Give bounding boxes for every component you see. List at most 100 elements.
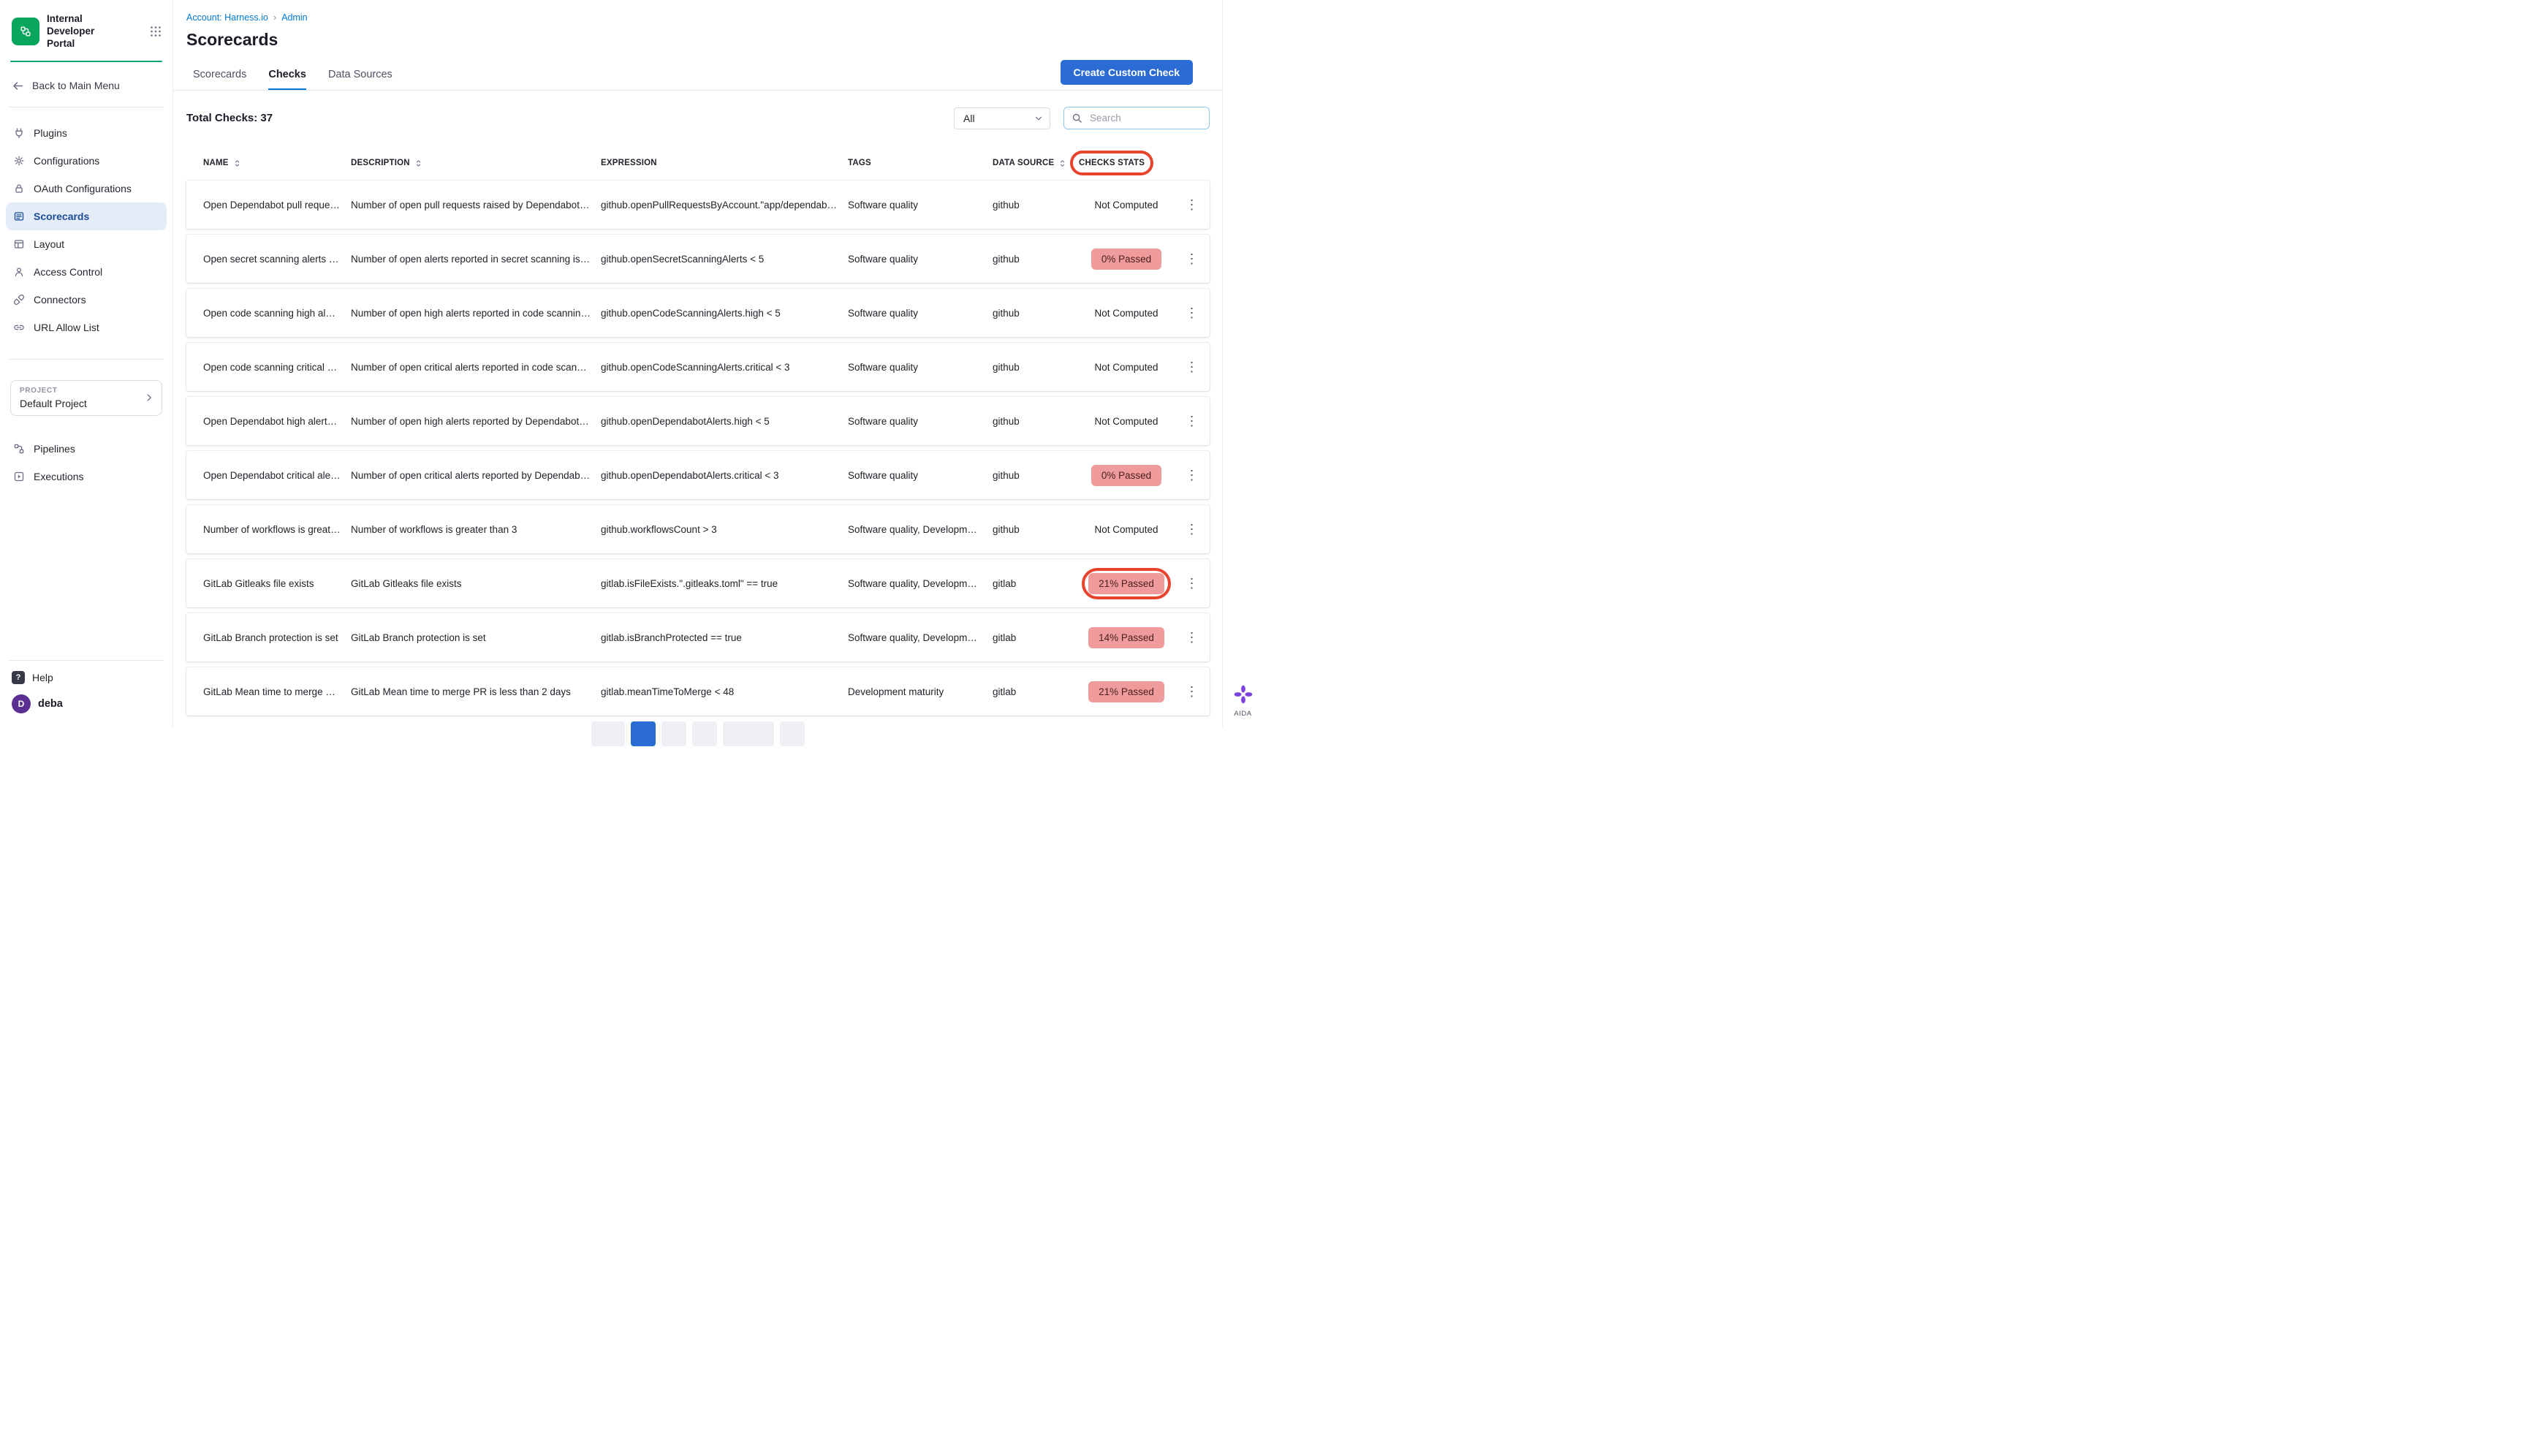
chevron-down-icon xyxy=(1033,113,1044,124)
create-custom-check-button[interactable]: Create Custom Check xyxy=(1061,60,1194,85)
table-row[interactable]: GitLab Mean time to merge PR ...GitLab M… xyxy=(186,667,1210,716)
help-label: Help xyxy=(32,672,53,683)
table-row[interactable]: Open Dependabot pull request...Number of… xyxy=(186,181,1210,229)
apps-grid-icon[interactable] xyxy=(149,25,162,38)
table-row[interactable]: GitLab Branch protection is setGitLab Br… xyxy=(186,613,1210,661)
check-name: Open Dependabot pull request... xyxy=(186,200,351,211)
check-expression: gitlab.isBranchProtected == true xyxy=(601,632,848,643)
check-description: Number of open critical alerts reported … xyxy=(351,470,601,481)
sidebar-divider xyxy=(9,660,164,661)
breadcrumb: Account: Harness.io › Admin xyxy=(186,12,1222,23)
sidebar-item-scorecards[interactable]: Scorecards xyxy=(6,202,167,230)
scorecards-icon xyxy=(13,211,25,222)
table-body: Open Dependabot pull request...Number of… xyxy=(186,181,1210,716)
pagination-page-button[interactable] xyxy=(692,721,717,746)
table-row[interactable]: Open secret scanning alerts is ...Number… xyxy=(186,235,1210,283)
user-menu[interactable]: D deba xyxy=(12,694,161,713)
table-row[interactable]: Number of workflows is greate...Number o… xyxy=(186,505,1210,553)
search-icon xyxy=(1072,113,1082,124)
sort-icon[interactable] xyxy=(1058,159,1066,167)
check-data-source: gitlab xyxy=(993,686,1079,697)
row-menu-button[interactable]: ⋮ xyxy=(1174,523,1210,536)
sidebar-item-configurations[interactable]: Configurations xyxy=(6,147,167,175)
sidebar-item-label: Configurations xyxy=(34,155,99,167)
row-menu-button[interactable]: ⋮ xyxy=(1174,198,1210,211)
pipelines-icon xyxy=(13,443,25,455)
sidebar-item-access-control[interactable]: Access Control xyxy=(6,258,167,286)
sidebar-item-oauth-configurations[interactable]: OAuth Configurations xyxy=(6,175,167,202)
check-data-source: gitlab xyxy=(993,578,1079,589)
right-rail: AIDA xyxy=(1222,0,1263,728)
breadcrumb-separator-icon: › xyxy=(273,12,276,23)
row-menu-button[interactable]: ⋮ xyxy=(1174,631,1210,644)
chevron-right-icon xyxy=(144,393,154,403)
check-stats-cell: 0% Passed xyxy=(1079,249,1174,270)
sidebar-item-executions[interactable]: Executions xyxy=(6,463,167,490)
pagination-page-button[interactable] xyxy=(780,721,805,746)
aida-assistant-button[interactable]: AIDA xyxy=(1223,685,1263,718)
check-tags: Software quality xyxy=(848,416,993,427)
table-row[interactable]: Open Dependabot critical alert...Number … xyxy=(186,451,1210,499)
pagination-page-button[interactable] xyxy=(631,721,656,746)
column-header-data-source[interactable]: DATA SOURCE xyxy=(993,159,1079,167)
sidebar-item-connectors[interactable]: Connectors xyxy=(6,286,167,314)
pagination-page-button[interactable] xyxy=(723,721,774,746)
pagination xyxy=(173,721,1222,746)
sort-icon[interactable] xyxy=(414,159,422,167)
column-header-label: DESCRIPTION xyxy=(351,159,410,167)
table-row[interactable]: Open code scanning high alert...Number o… xyxy=(186,289,1210,337)
column-header-name[interactable]: NAME xyxy=(186,159,351,167)
stats-text: Not Computed xyxy=(1094,524,1158,535)
sort-icon[interactable] xyxy=(233,159,241,167)
check-stats-cell: Not Computed xyxy=(1079,416,1174,427)
pagination-page-button[interactable] xyxy=(661,721,686,746)
tab-scorecards[interactable]: Scorecards xyxy=(193,69,246,90)
breadcrumb-link-admin[interactable]: Admin xyxy=(281,12,307,23)
stats-text: Not Computed xyxy=(1094,200,1158,211)
breadcrumb-link-account-harness-io[interactable]: Account: Harness.io xyxy=(186,12,268,23)
tab-checks[interactable]: Checks xyxy=(268,69,306,90)
column-header-description[interactable]: DESCRIPTION xyxy=(351,159,601,167)
sidebar-item-layout[interactable]: Layout xyxy=(6,230,167,258)
table-row[interactable]: GitLab Gitleaks file existsGitLab Gitlea… xyxy=(186,559,1210,607)
table-row[interactable]: Open code scanning critical ale...Number… xyxy=(186,343,1210,391)
sidebar-item-label: Executions xyxy=(34,471,83,482)
aida-flower-icon xyxy=(1234,685,1253,708)
column-header-tags: TAGS xyxy=(848,159,993,167)
check-stats-cell: 14% Passed xyxy=(1079,627,1174,648)
row-menu-button[interactable]: ⋮ xyxy=(1174,469,1210,482)
search-input[interactable] xyxy=(1088,112,1202,124)
filter-value: All xyxy=(963,113,975,124)
check-description: GitLab Gitleaks file exists xyxy=(351,578,601,589)
row-menu-button[interactable]: ⋮ xyxy=(1174,685,1210,698)
check-description: Number of workflows is greater than 3 xyxy=(351,524,601,535)
help-button[interactable]: ? Help xyxy=(12,671,161,684)
pagination-page-button[interactable] xyxy=(591,721,625,746)
check-description: GitLab Mean time to merge PR is less tha… xyxy=(351,686,601,697)
logo-row: Internal Developer Portal xyxy=(0,0,172,58)
check-description: Number of open pull requests raised by D… xyxy=(351,200,601,211)
sidebar-item-label: Layout xyxy=(34,238,64,250)
table-row[interactable]: Open Dependabot high alerts i...Number o… xyxy=(186,397,1210,445)
row-menu-button[interactable]: ⋮ xyxy=(1174,577,1210,590)
row-menu-button[interactable]: ⋮ xyxy=(1174,306,1210,319)
sidebar-item-url-allow-list[interactable]: URL Allow List xyxy=(6,314,167,341)
sidebar-item-label: Pipelines xyxy=(34,443,75,455)
project-selector[interactable]: PROJECT Default Project xyxy=(10,380,162,416)
sidebar-item-label: Access Control xyxy=(34,266,102,278)
search-box[interactable] xyxy=(1063,107,1210,129)
url-allow-list-icon xyxy=(13,322,25,333)
row-menu-button[interactable]: ⋮ xyxy=(1174,360,1210,374)
tab-data-sources[interactable]: Data Sources xyxy=(328,69,392,90)
row-menu-button[interactable]: ⋮ xyxy=(1174,414,1210,428)
sidebar-item-pipelines[interactable]: Pipelines xyxy=(6,435,167,463)
user-name: deba xyxy=(38,698,63,710)
row-menu-button[interactable]: ⋮ xyxy=(1174,252,1210,265)
check-stats-cell: 21% Passed xyxy=(1079,681,1174,702)
filter-dropdown[interactable]: All xyxy=(954,107,1050,129)
check-name: GitLab Branch protection is set xyxy=(186,632,351,643)
sidebar-item-plugins[interactable]: Plugins xyxy=(6,119,167,147)
back-to-main-menu[interactable]: Back to Main Menu xyxy=(12,80,161,92)
check-name: GitLab Gitleaks file exists xyxy=(186,578,351,589)
column-header-checks-stats: CHECKS STATS xyxy=(1079,159,1174,167)
